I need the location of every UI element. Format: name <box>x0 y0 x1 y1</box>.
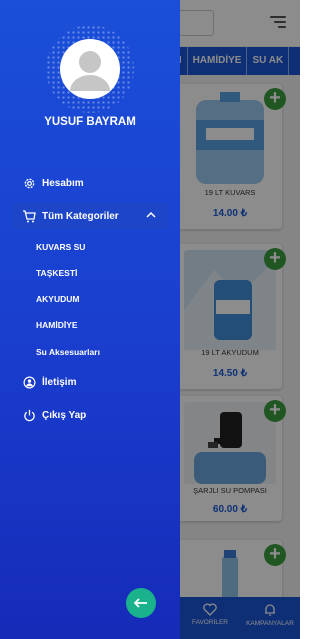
avatar-frame <box>46 25 134 113</box>
chevron-up-icon[interactable] <box>146 211 156 219</box>
submenu-item[interactable]: Su Aksesuarları <box>36 347 100 357</box>
close-drawer-button[interactable] <box>126 588 156 618</box>
menu-item-categories-label: Tüm Kategoriler <box>42 210 119 222</box>
user-icon <box>70 51 110 91</box>
contact-icon <box>22 375 36 389</box>
menu-item-contact-label: İletişim <box>42 376 77 388</box>
menu-item-logout[interactable]: Çıkış Yap <box>12 402 168 428</box>
submenu-item[interactable]: AKYUDUM <box>36 294 79 304</box>
menu-item-contact[interactable]: İletişim <box>12 369 168 395</box>
power-icon <box>22 408 36 422</box>
menu-item-logout-label: Çıkış Yap <box>42 409 87 421</box>
user-name: YUSUF BAYRAM <box>44 116 136 128</box>
menu-item-account[interactable]: Hesabım <box>12 170 168 196</box>
submenu-item[interactable]: KUVARS SU <box>36 242 85 252</box>
gear-icon <box>22 176 36 190</box>
avatar[interactable] <box>60 39 120 99</box>
menu-item-account-label: Hesabım <box>42 177 84 189</box>
menu-item-categories[interactable]: Tüm Kategoriler <box>12 203 168 229</box>
cart-icon <box>22 209 36 223</box>
submenu-item[interactable]: HAMİDİYE <box>36 320 78 330</box>
submenu-item[interactable]: TAŞKESTİ <box>36 268 77 278</box>
drawer-overlay[interactable] <box>180 0 300 639</box>
arrow-left-icon <box>134 598 147 608</box>
navigation-drawer: YUSUF BAYRAM Hesabım Tüm Kategoriler KUV… <box>0 0 180 639</box>
